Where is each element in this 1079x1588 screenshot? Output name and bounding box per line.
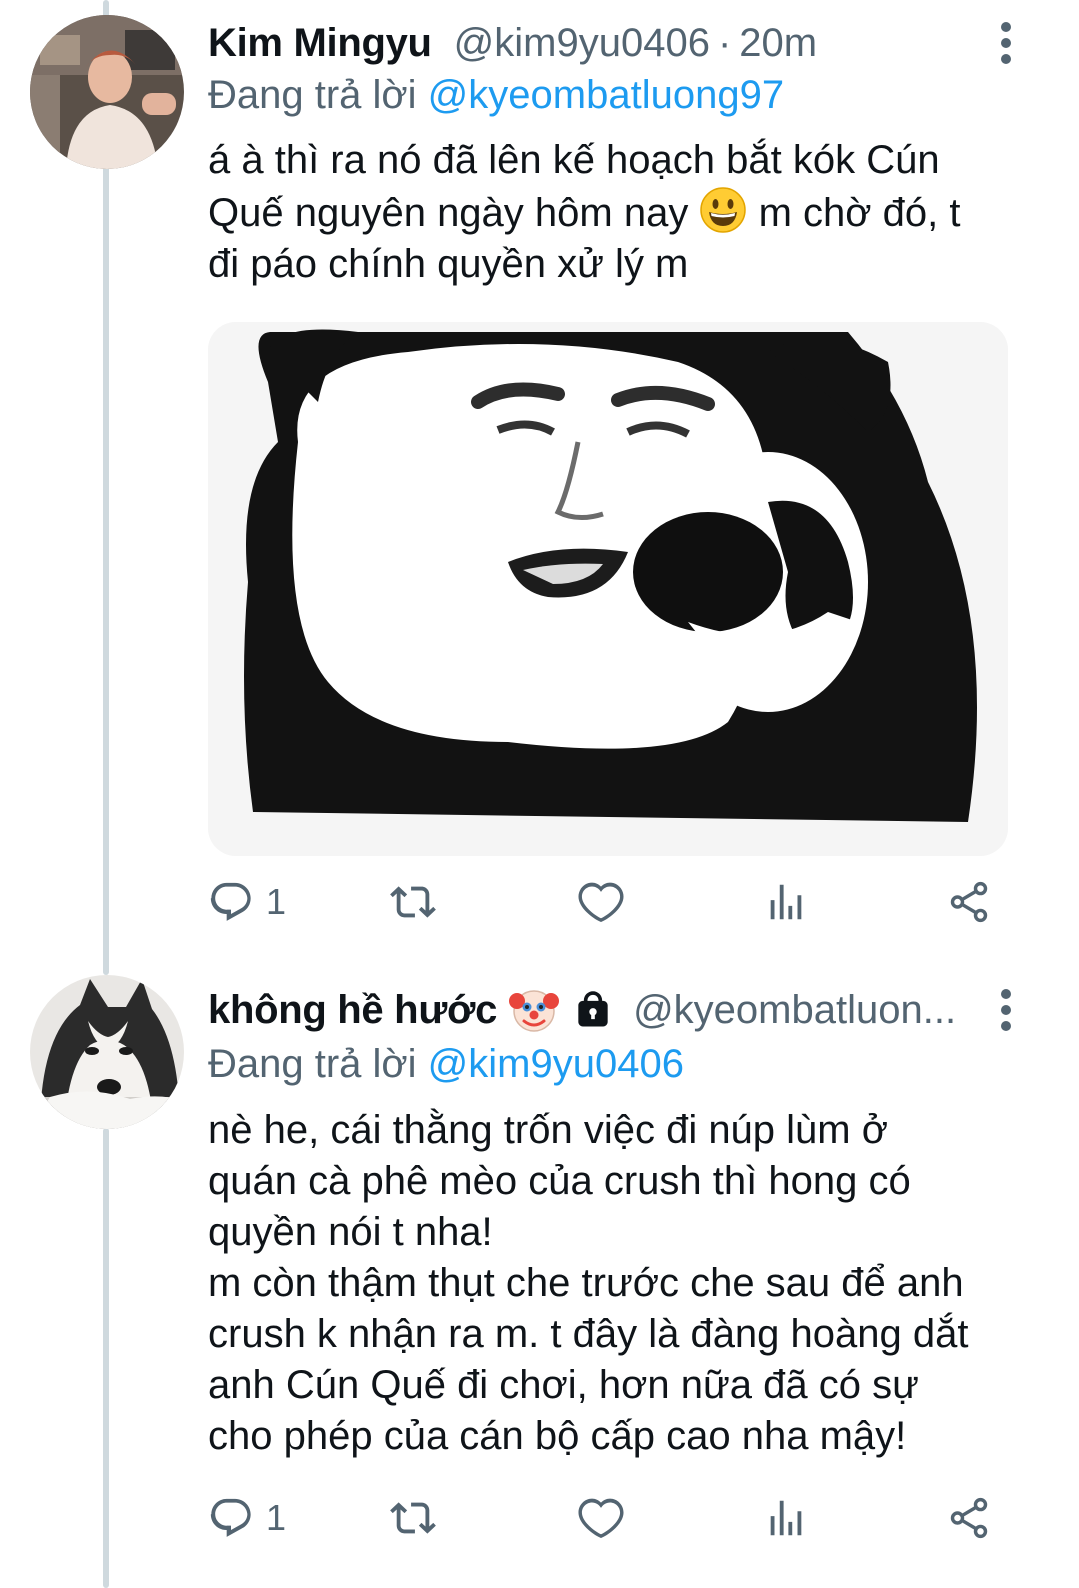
like-button[interactable] [578,1488,624,1548]
timestamp[interactable]: 20m [739,15,817,71]
avatar[interactable] [30,975,184,1129]
share-icon [946,879,992,925]
reply-button[interactable]: 1 [208,1488,286,1548]
replying-to: Đang trả lời @kim9yu0406 [208,1036,684,1092]
avatar[interactable] [30,15,184,169]
tweet-text: nè he, cái thằng trốn việc đi núp lùm ở … [208,1105,1039,1462]
user-handle[interactable]: @kim9yu0406 [454,15,710,71]
heart-icon [578,879,624,925]
mention-link[interactable]: @kyeombatluong97 [428,73,784,117]
text-line: anh Cún Quế đi chơi, hơn nữa đã có sự [208,1363,919,1407]
tweet[interactable]: không hề hước @kyeombatluon... Đang trả … [0,975,1079,1588]
text-segment: m chờ đó, t [747,191,961,235]
retweet-icon [388,1495,438,1541]
reply-button[interactable]: 1 [208,872,286,932]
share-button[interactable] [946,872,992,932]
display-name[interactable]: không hề hước [208,982,497,1038]
text-line: cho phép của cán bộ cấp cao nha mậy! [208,1414,907,1458]
clown-face-icon [509,985,560,1035]
retweet-button[interactable] [388,1488,438,1548]
like-button[interactable] [578,872,624,932]
tweet-media-image[interactable] [208,322,1008,856]
reply-prefix: Đang trả lời [208,1042,417,1086]
retweet-icon [388,879,438,925]
text-line: crush k nhận ra m. t đây là đàng hoàng d… [208,1312,969,1356]
user-handle[interactable]: @kyeombatluon... [633,982,999,1038]
tweet-actions: 1 [208,1488,1008,1548]
mention-link[interactable]: @kim9yu0406 [428,1042,684,1086]
share-icon [946,1495,992,1541]
reply-icon [208,1495,254,1541]
text-line: đi páo chính quyền xử lý m [208,242,689,286]
text-line: Quế nguyên ngày hôm nay m chờ đó, t [208,186,1039,239]
analytics-icon [763,1495,809,1541]
reply-prefix: Đang trả lời [208,73,417,117]
separator: · [717,21,732,65]
text-line: m còn thậm thụt che trước che sau để anh [208,1261,964,1305]
replying-to: Đang trả lời @kyeombatluong97 [208,67,784,123]
more-options-icon[interactable] [991,15,1021,71]
view-stats-button[interactable] [763,872,809,932]
heart-icon [578,1495,624,1541]
more-options-icon[interactable] [991,982,1021,1038]
view-stats-button[interactable] [763,1488,809,1548]
retweet-button[interactable] [388,872,438,932]
share-button[interactable] [946,1488,992,1548]
text-line: quyền nói t nha! [208,1210,493,1254]
grinning-face-emoji-icon [699,186,747,234]
reply-count: 1 [266,1497,287,1538]
text-line: á à thì ra nó đã lên kế hoạch bắt kók Cú… [208,138,940,182]
panda-meme-image [208,322,1008,856]
tweet-header: Kim Mingyu @kim9yu0406 · 20m [208,15,999,71]
tweet-text: á à thì ra nó đã lên kế hoạch bắt kók Cú… [208,135,1039,290]
text-line: quán cà phê mèo của crush thì hong có [208,1159,911,1203]
text-segment: Quế nguyên ngày hôm nay [208,191,689,235]
reply-count: 1 [266,881,287,922]
tweet-actions: 1 [208,872,1008,932]
lock-icon [571,988,615,1032]
text-line: nè he, cái thằng trốn việc đi núp lùm ở [208,1108,888,1152]
reply-icon [208,879,254,925]
display-name[interactable]: Kim Mingyu [208,15,432,71]
analytics-icon [763,879,809,925]
tweet[interactable]: Kim Mingyu @kim9yu0406 · 20m Đang trả lờ… [0,0,1079,960]
tweet-header: không hề hước @kyeombatluon... [208,982,999,1038]
